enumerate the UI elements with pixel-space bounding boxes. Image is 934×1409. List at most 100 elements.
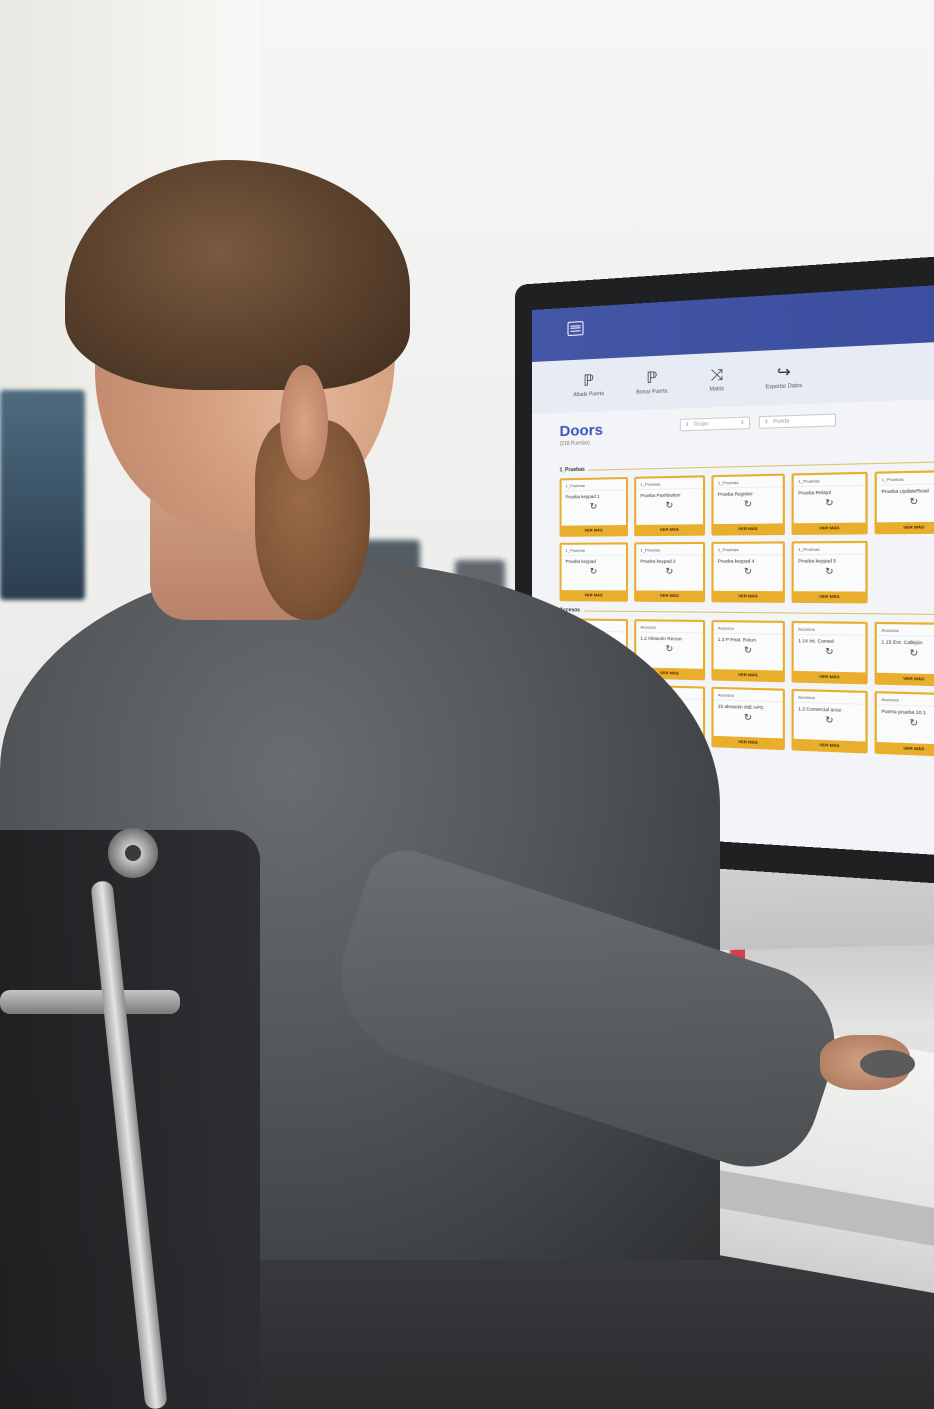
delete-door-icon: ℙ: [646, 368, 658, 387]
background-monitor: [0, 390, 85, 600]
see-more-button[interactable]: VER MÁS: [793, 522, 866, 533]
door-group: 1_Pruebas: [717, 546, 739, 553]
see-more-button[interactable]: VER MÁS: [636, 590, 703, 601]
refresh-icon[interactable]: ↻: [794, 714, 866, 726]
door-card[interactable]: 1_Pruebas Prueba Relay2 ↻ VER MÁS: [791, 471, 868, 535]
door-group: 1_Pruebas: [565, 482, 585, 489]
door-card[interactable]: 1_Pruebas Prueba keypad ↻ VER MÁS: [559, 542, 629, 602]
toolbar-label: Exportar Datos: [765, 382, 803, 391]
refresh-icon[interactable]: ↻: [562, 566, 626, 576]
refresh-icon[interactable]: ↻: [877, 496, 934, 507]
chevron-icon: ⇕: [740, 419, 745, 427]
door-group: Accesos: [881, 696, 899, 703]
door-name: Prueba Relay2: [793, 484, 866, 496]
refresh-icon[interactable]: ↻: [714, 712, 783, 724]
door-grid: 1_Pruebas Prueba keypad 1 ↻ VER MÁS 1_Prueba…: [559, 469, 934, 605]
see-more-button[interactable]: VER MÁS: [713, 669, 783, 681]
see-more-button[interactable]: VER MÁS: [793, 670, 866, 683]
door-card[interactable]: 1_Pruebas Prueba keypad 4 ↻ VER MÁS: [711, 541, 785, 603]
see-more-button[interactable]: VER MÁS: [876, 741, 934, 755]
shuffle-icon: ⤨: [710, 365, 724, 384]
person-ear: [280, 365, 328, 480]
door-name: 15 almacén INE APG: [713, 699, 783, 711]
door-card[interactable]: 1_Pruebas Prueba UpdateRead ↻ VER MÁS: [874, 469, 934, 535]
door-name: Prueba keypad 1: [561, 489, 626, 500]
refresh-icon[interactable]: ↻: [636, 500, 703, 510]
door-group: 1_Pruebas: [798, 546, 820, 552]
door-name: 1.2 Almacén Recion: [636, 631, 703, 642]
refresh-icon[interactable]: ↻: [714, 498, 783, 509]
add-door-icon: ℙ: [583, 371, 594, 390]
toolbar-button-1[interactable]: ℙ Borrar Puerta: [628, 368, 676, 396]
group-filter-placeholder: Grupo: [693, 421, 709, 428]
hamburger-menu-icon[interactable]: [567, 321, 584, 337]
door-card[interactable]: 1_Pruebas Prueba keypad 2 ↻ VER MÁS: [634, 541, 706, 603]
refresh-icon[interactable]: ↻: [562, 501, 626, 512]
refresh-icon[interactable]: ↻: [794, 646, 866, 657]
door-card[interactable]: Accesos 1.3 P Peat. Rotun ↻ VER MÁS: [711, 620, 785, 683]
refresh-icon[interactable]: ↻: [794, 497, 866, 509]
see-more-button[interactable]: VER MÁS: [876, 672, 934, 685]
toolbar-label: Añadir Puerta: [573, 390, 604, 398]
door-name: Prueba UpdateRead: [876, 483, 934, 495]
door-group: Accesos: [881, 627, 899, 634]
refresh-icon[interactable]: ↻: [636, 643, 703, 654]
see-more-button[interactable]: VER MÁS: [561, 590, 626, 600]
toolbar-button-3[interactable]: ↪ Exportar Datos: [759, 362, 810, 391]
export-icon: ↪: [776, 362, 791, 382]
page-header: Doors (218 Puertas) ⇕ Grupo ⇕ ⇕ Puerta: [560, 409, 934, 463]
door-name: 1.2 Comercial acce: [793, 701, 866, 714]
door-name: Prueba keypad: [561, 554, 626, 564]
door-name: Prueba keypad 2: [636, 554, 703, 564]
door-card[interactable]: 1_Pruebas Prueba keypad 1 ↻ VER MÁS: [559, 476, 629, 537]
see-more-button[interactable]: VER MÁS: [793, 738, 866, 752]
see-more-button[interactable]: VER MÁS: [713, 735, 783, 748]
toolbar-label: Borrar Puerta: [636, 387, 668, 396]
page-title: Doors: [559, 421, 603, 441]
door-filter-input[interactable]: ⇕ Puerta: [758, 413, 837, 429]
door-group: Accesos: [717, 625, 735, 631]
door-name: 1.15 Ent. Callejón: [876, 634, 934, 646]
door-group: 1_Pruebas: [565, 547, 585, 553]
door-name: Prueba keypad 4: [713, 554, 783, 564]
door-name: Prueba Pushbutton: [636, 487, 703, 499]
see-more-button[interactable]: VER MÁS: [713, 523, 783, 534]
door-group: 1_Pruebas: [640, 481, 661, 487]
door-name: Puerta prueba 10.1: [876, 704, 934, 717]
door-card[interactable]: Accesos 1.2 Comercial acce ↻ VER MÁS: [791, 688, 868, 754]
refresh-icon[interactable]: ↻: [877, 647, 934, 659]
door-group: 1_Pruebas: [798, 478, 820, 484]
door-card[interactable]: 1_Pruebas Prueba Register ↻ VER MÁS: [711, 473, 785, 536]
door-group: Accesos: [717, 692, 735, 698]
toolbar-button-0[interactable]: ℙ Añadir Puerta: [566, 371, 612, 398]
refresh-icon[interactable]: ↻: [794, 566, 866, 577]
see-more-button[interactable]: VER MÁS: [561, 525, 626, 535]
see-more-button[interactable]: VER MÁS: [636, 524, 703, 535]
see-more-button[interactable]: VER MÁS: [876, 521, 934, 533]
toolbar-button-2[interactable]: ⤨ Matriz: [692, 365, 741, 393]
door-card[interactable]: Accesos 15 almacén INE APG ↻ VER MÁS: [711, 686, 785, 751]
door-card[interactable]: Accesos Puerta prueba 10.1 ↻ VER MÁS: [874, 691, 934, 757]
door-card[interactable]: Accesos 1.14 Int. Comed ↻ VER MÁS: [791, 620, 868, 685]
chair-armrest: [0, 990, 180, 1014]
group-filter-input[interactable]: ⇕ Grupo ⇕: [679, 416, 751, 432]
filter-icon: ⇕: [764, 419, 769, 426]
door-card[interactable]: 1_Pruebas Prueba Pushbutton ↻ VER MÁS: [634, 475, 706, 537]
see-more-button[interactable]: VER MÁS: [713, 590, 783, 601]
door-group: 1_Pruebas: [881, 476, 904, 483]
door-group: 1_Pruebas: [717, 479, 739, 486]
refresh-icon[interactable]: ↻: [714, 566, 783, 577]
door-filter-placeholder: Puerta: [773, 418, 790, 426]
toolbar-label: Matriz: [709, 385, 725, 393]
refresh-icon[interactable]: ↻: [877, 717, 934, 729]
refresh-icon[interactable]: ↻: [636, 566, 703, 576]
door-card[interactable]: 1_Pruebas Prueba keypad 5 ↻ VER MÁS: [791, 540, 868, 604]
refresh-icon[interactable]: ↻: [714, 645, 783, 656]
door-name: Prueba keypad 5: [793, 553, 866, 564]
filter-icon: ⇕: [685, 421, 690, 429]
door-group: 1_Pruebas: [640, 547, 661, 553]
chair-knob: [108, 828, 158, 878]
door-name: 1.3 P Peat. Rotun: [713, 632, 783, 644]
door-card[interactable]: Accesos 1.15 Ent. Callejón ↻ VER MÁS: [874, 621, 934, 687]
see-more-button[interactable]: VER MÁS: [793, 591, 866, 602]
